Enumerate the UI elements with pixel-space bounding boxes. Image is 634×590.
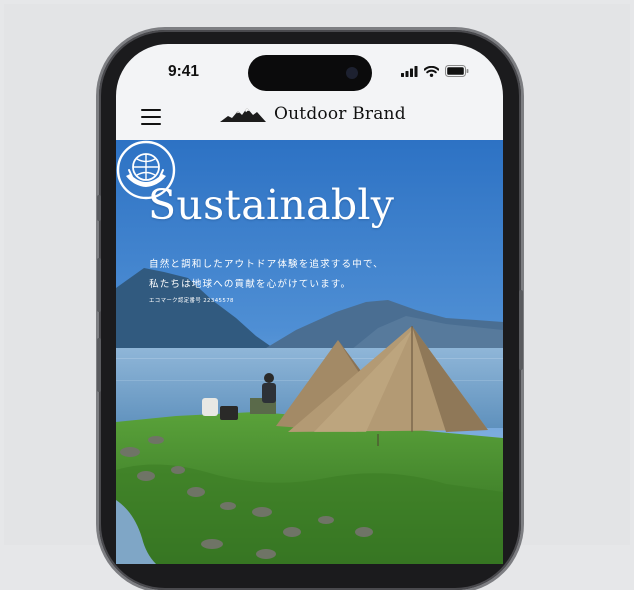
- globe-hands-emblem-icon: [116, 140, 176, 200]
- hero-text-line-2: 私たちは地球への貢献を心がけています。: [149, 279, 352, 290]
- mountain-logo-icon: [220, 108, 266, 122]
- hamburger-menu-icon[interactable]: [141, 109, 161, 125]
- hero-text-line-1: 自然と調和したアウトドア体験を追求する中で、: [149, 259, 384, 270]
- hero-title: Sustainably: [148, 181, 395, 229]
- battery-icon: [445, 65, 469, 77]
- wifi-icon: [424, 65, 439, 77]
- status-icons: [401, 65, 469, 77]
- brand-logo[interactable]: Outdoor Brand: [220, 104, 406, 124]
- hero-banner: Sustainably 自然と調和したアウトドア体験を追求する中で、 私たちは地…: [116, 140, 503, 564]
- volume-down-button: [97, 338, 101, 392]
- status-time: 9:41: [168, 63, 200, 80]
- power-button: [519, 290, 523, 370]
- dynamic-island: [248, 55, 372, 91]
- volume-up-button: [97, 258, 101, 312]
- camera-icon: [346, 67, 358, 79]
- phone-screen: 9:41 Outdoor Brand Sustainably 自然と調和したアウ…: [116, 44, 503, 564]
- brand-name: Outdoor Brand: [274, 104, 406, 124]
- eco-certification-note: エコマーク認定番号 22345578: [149, 298, 234, 304]
- action-button: [97, 195, 101, 221]
- site-header: Outdoor Brand: [116, 99, 503, 139]
- cellular-signal-icon: [401, 65, 418, 77]
- status-bar: 9:41: [116, 44, 503, 96]
